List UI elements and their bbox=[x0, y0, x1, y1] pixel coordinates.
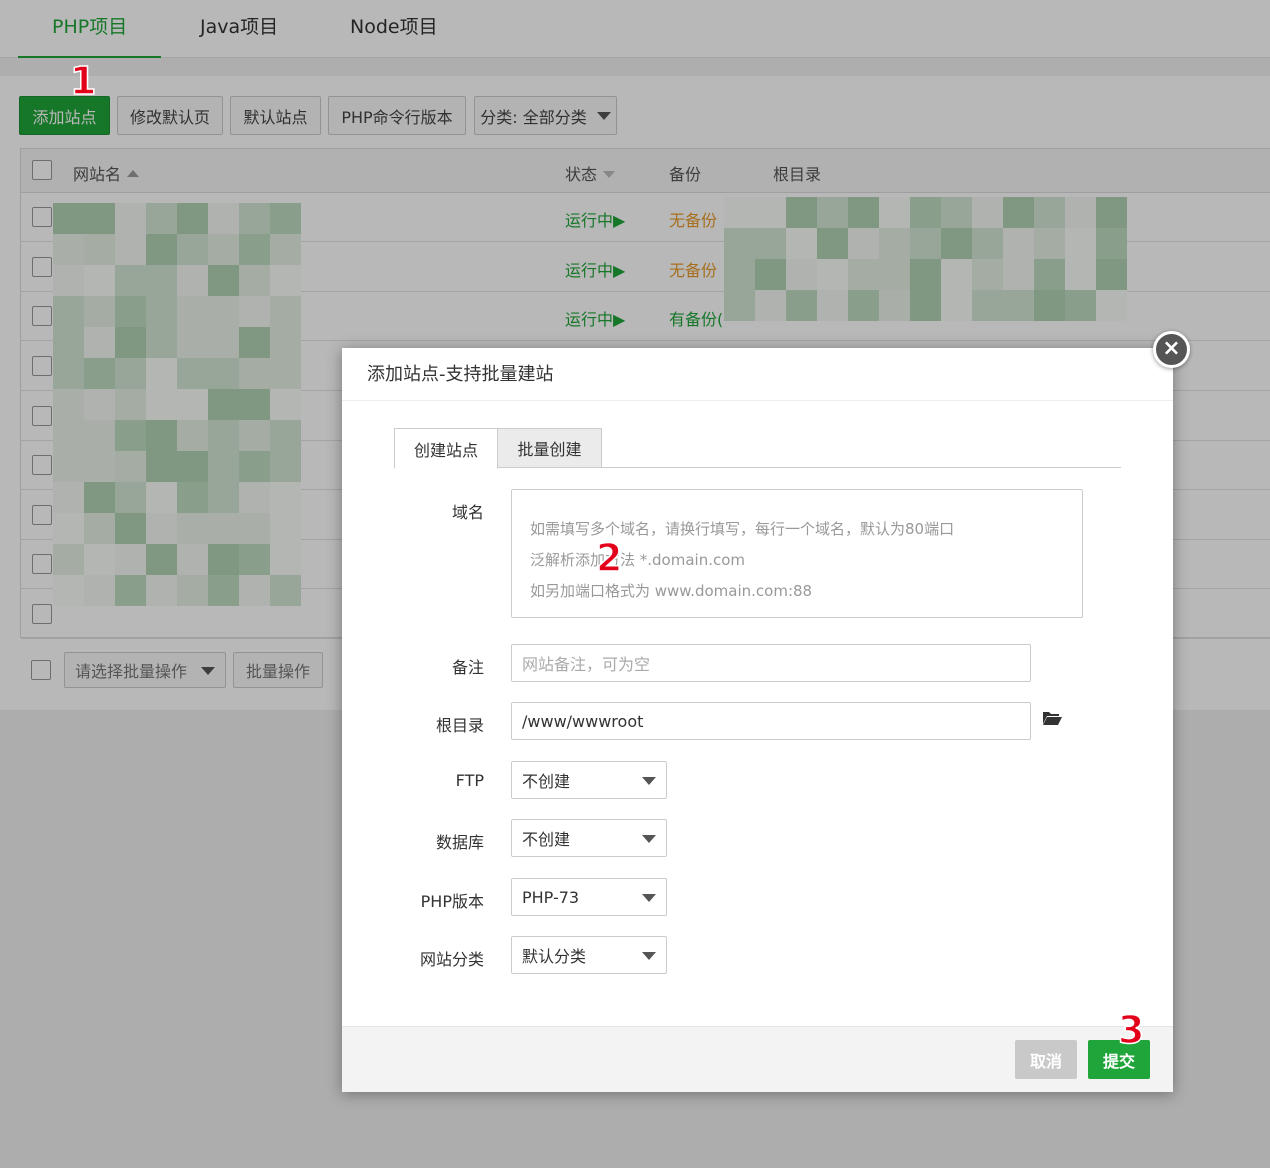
ftp-select[interactable]: 不创建 bbox=[511, 761, 667, 799]
database-label: 数据库 bbox=[435, 833, 484, 852]
tab-batch-create[interactable]: 批量创建 bbox=[498, 428, 602, 468]
chevron-down-icon bbox=[642, 952, 656, 960]
database-select-value: 不创建 bbox=[522, 830, 571, 849]
close-icon[interactable]: × bbox=[1153, 331, 1190, 368]
php-version-select-value: PHP-73 bbox=[522, 887, 580, 907]
dialog-title: 添加站点-支持批量建站 bbox=[342, 348, 1173, 401]
remark-label: 备注 bbox=[451, 658, 484, 677]
site-category-label: 网站分类 bbox=[419, 950, 484, 969]
step-marker-1: 1 bbox=[69, 59, 97, 103]
php-version-label: PHP版本 bbox=[420, 892, 484, 911]
remark-input[interactable]: 网站备注，可为空 bbox=[511, 644, 1031, 682]
chevron-down-icon bbox=[642, 777, 656, 785]
chevron-down-icon bbox=[642, 835, 656, 843]
database-select[interactable]: 不创建 bbox=[511, 819, 667, 857]
root-label: 根目录 bbox=[435, 716, 484, 735]
chevron-down-icon bbox=[642, 894, 656, 902]
site-category-select[interactable]: 默认分类 bbox=[511, 936, 667, 974]
cancel-button[interactable]: 取消 bbox=[1015, 1040, 1077, 1079]
tab-create-site[interactable]: 创建站点 bbox=[394, 428, 498, 469]
step-marker-2: 2 bbox=[595, 536, 623, 580]
root-directory-input[interactable]: /www/wwwroot bbox=[511, 702, 1031, 740]
site-category-select-value: 默认分类 bbox=[522, 947, 587, 966]
ftp-select-value: 不创建 bbox=[522, 772, 571, 791]
add-site-dialog: 添加站点-支持批量建站 创建站点 批量创建 域名 如需填写多个域名，请换行填写，… bbox=[342, 348, 1173, 1092]
step-marker-3: 3 bbox=[1117, 1008, 1145, 1052]
dialog-tabs: 创建站点 批量创建 bbox=[394, 428, 1121, 469]
domain-label: 域名 bbox=[451, 503, 484, 522]
domain-placeholder-line-3: 如另加端口格式为 www.domain.com:88 bbox=[530, 582, 813, 600]
folder-open-icon[interactable] bbox=[1042, 710, 1062, 726]
php-version-select[interactable]: PHP-73 bbox=[511, 878, 667, 916]
dialog-footer: 取消 提交 bbox=[342, 1026, 1173, 1092]
ftp-label: FTP bbox=[455, 771, 484, 790]
